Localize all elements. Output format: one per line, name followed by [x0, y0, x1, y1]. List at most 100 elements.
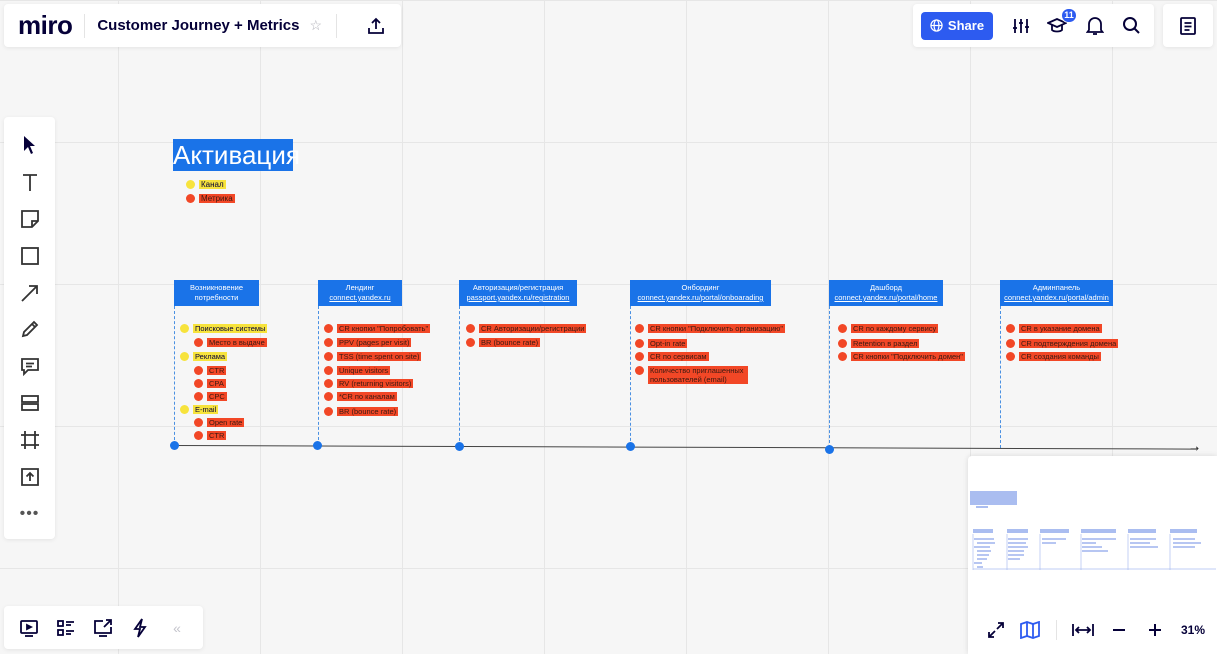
- legend-channel[interactable]: Канал: [186, 180, 226, 189]
- board-header: miro Customer Journey + Metrics ☆: [4, 4, 401, 47]
- connection-arrow-icon[interactable]: [18, 281, 42, 305]
- timeline-node[interactable]: [455, 442, 464, 451]
- sticky-note-icon[interactable]: [18, 207, 42, 231]
- list-item[interactable]: CPA: [194, 379, 226, 388]
- list-item[interactable]: RV (returning visitors): [324, 379, 414, 388]
- list-item[interactable]: CR подтверждения домена: [1006, 339, 1119, 348]
- list-item[interactable]: CTR: [194, 431, 227, 440]
- list-item[interactable]: CR Авторизации/регистрации: [466, 324, 587, 333]
- list-item[interactable]: TSS (time spent on site): [324, 352, 422, 361]
- list-item[interactable]: Unique visitors: [324, 366, 391, 375]
- list-item[interactable]: Поисковые системы: [180, 324, 268, 333]
- stage-link[interactable]: connect.yandex.ru/portal/admin: [1004, 293, 1109, 303]
- list-item[interactable]: BR (bounce rate): [466, 338, 541, 347]
- stage-header[interactable]: Авторизация/регистрация passport.yandex.…: [459, 280, 577, 306]
- zoom-in-icon[interactable]: [1143, 618, 1167, 642]
- stage-header[interactable]: Админпанель connect.yandex.ru/portal/adm…: [1000, 280, 1113, 306]
- miro-logo[interactable]: miro: [18, 10, 73, 41]
- upload-icon[interactable]: [18, 465, 42, 489]
- list-item[interactable]: Количество приглашенных пользователей (e…: [635, 366, 748, 384]
- frame-template-icon[interactable]: [18, 391, 42, 415]
- yellow-dot-icon: [180, 324, 189, 333]
- timeline-node[interactable]: [170, 441, 179, 450]
- legend-metric[interactable]: Метрика: [186, 194, 235, 203]
- list-item[interactable]: CR по каждому сервису: [838, 324, 939, 333]
- stage-name: Авторизация/регистрация: [472, 283, 564, 292]
- fit-width-icon[interactable]: [1071, 618, 1095, 642]
- legend-channel-label: Канал: [199, 180, 226, 189]
- list-item[interactable]: CPC: [194, 392, 227, 401]
- list-item[interactable]: CR кнопки "Подключить организацию": [635, 324, 786, 333]
- timeline-node[interactable]: [626, 442, 635, 451]
- collapse-chevrons-icon[interactable]: «: [166, 617, 188, 639]
- shape-rectangle-icon[interactable]: [18, 244, 42, 268]
- list-item[interactable]: Retention в раздел: [838, 339, 920, 348]
- board-list-icon[interactable]: [55, 617, 77, 639]
- select-cursor-icon[interactable]: [18, 133, 42, 157]
- red-dot-icon: [466, 324, 475, 333]
- timeline-node[interactable]: [313, 441, 322, 450]
- minimap-viewport[interactable]: [968, 456, 1217, 606]
- list-item[interactable]: Реклама: [180, 352, 228, 361]
- list-item[interactable]: Open rate: [194, 418, 245, 427]
- search-icon[interactable]: [1119, 14, 1143, 38]
- board-title[interactable]: Customer Journey + Metrics: [97, 17, 299, 34]
- timeline-node[interactable]: [825, 445, 834, 454]
- export-icon[interactable]: [365, 15, 387, 37]
- screen-share-icon[interactable]: [92, 617, 114, 639]
- stage-header[interactable]: Онбординг connect.yandex.ru/portal/onboa…: [630, 280, 771, 306]
- stage-link[interactable]: passport.yandex.ru/registration: [467, 293, 570, 303]
- pen-icon[interactable]: [18, 318, 42, 342]
- item-label: CR кнопки "Подключить домен": [851, 352, 965, 361]
- share-button[interactable]: Share: [921, 11, 993, 40]
- legend-metric-label: Метрика: [199, 194, 235, 203]
- list-item[interactable]: CR создания команды: [1006, 352, 1101, 361]
- star-icon[interactable]: ☆: [310, 17, 323, 34]
- fit-screen-icon[interactable]: [984, 618, 1008, 642]
- list-item[interactable]: CR по сервисам: [635, 352, 709, 361]
- item-label: CTR: [207, 431, 227, 440]
- map-icon[interactable]: [1018, 618, 1042, 642]
- red-dot-icon: [635, 339, 644, 348]
- red-dot-icon: [838, 324, 847, 333]
- list-item[interactable]: CR в указание домена: [1006, 324, 1102, 333]
- item-label: CPA: [207, 379, 226, 388]
- board-heading[interactable]: Активация: [173, 139, 300, 171]
- bell-icon[interactable]: [1083, 14, 1107, 38]
- list-item[interactable]: PPV (pages per visit): [324, 338, 412, 347]
- notes-icon[interactable]: [1163, 4, 1213, 47]
- list-item[interactable]: BR (bounce rate): [324, 407, 399, 416]
- red-dot-icon: [186, 194, 195, 203]
- stage-link[interactable]: connect.yandex.ru/portal/home: [835, 293, 938, 303]
- list-item[interactable]: CR кнопки "Подключить домен": [838, 352, 965, 361]
- zoom-out-icon[interactable]: [1107, 618, 1131, 642]
- list-item[interactable]: Место в выдаче: [194, 338, 267, 347]
- list-item[interactable]: *CR по каналам: [324, 392, 397, 401]
- list-item[interactable]: E-mail: [180, 405, 219, 414]
- list-item[interactable]: CR кнопки "Попробовать": [324, 324, 431, 333]
- stage-header[interactable]: Лендинг connect.yandex.ru: [318, 280, 402, 306]
- stage-header[interactable]: Возникновение потребности: [174, 280, 259, 306]
- frame-icon[interactable]: [18, 428, 42, 452]
- list-item[interactable]: Opt-in rate: [635, 339, 688, 348]
- learning-center-icon[interactable]: 11: [1045, 7, 1077, 38]
- list-item[interactable]: CTR: [194, 366, 227, 375]
- stage-name: Онбординг: [681, 283, 720, 292]
- stage-connector: [459, 306, 460, 446]
- comment-icon[interactable]: [18, 354, 42, 378]
- more-tools-icon[interactable]: •••: [18, 502, 42, 526]
- stage-link[interactable]: connect.yandex.ru/portal/onboarading: [638, 293, 764, 303]
- presentation-icon[interactable]: [18, 617, 40, 639]
- red-dot-icon: [324, 379, 333, 388]
- timeline-axis[interactable]: [173, 445, 1196, 450]
- item-label: Unique visitors: [337, 366, 391, 375]
- text-tool-icon[interactable]: [18, 170, 42, 194]
- red-dot-icon: [1006, 324, 1015, 333]
- red-dot-icon: [324, 324, 333, 333]
- stage-connector: [630, 306, 631, 446]
- stage-link[interactable]: connect.yandex.ru: [329, 293, 390, 303]
- lightning-icon[interactable]: [129, 617, 151, 639]
- stage-header[interactable]: Дашборд connect.yandex.ru/portal/home: [829, 280, 943, 306]
- zoom-level[interactable]: 31%: [1181, 623, 1205, 637]
- settings-sliders-icon[interactable]: [1009, 14, 1033, 38]
